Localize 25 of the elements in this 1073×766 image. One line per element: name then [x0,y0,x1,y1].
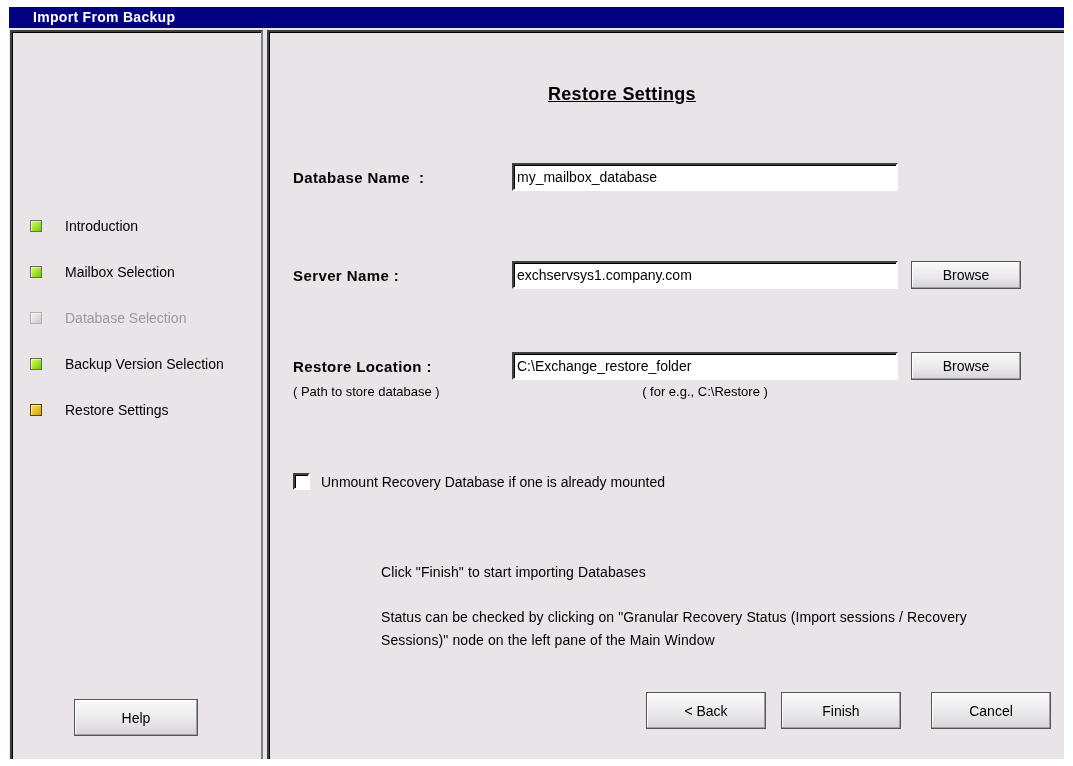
field-label: Database Name : [293,168,426,186]
step-label: Introduction [65,218,139,234]
field-label: Restore Location : [293,357,433,375]
cancel-button[interactable]: Cancel [931,692,1051,729]
section-heading: Restore Settings [548,83,696,105]
browse-button[interactable]: Browse [911,352,1021,380]
browse-button[interactable]: Browse [911,261,1021,289]
window-title: Import From Backup [9,7,1064,28]
step-label: Restore Settings [65,402,169,418]
help-button[interactable]: Help [74,699,198,736]
step-label: Database Selection [65,310,187,326]
back-button[interactable]: < Back [646,692,766,729]
instruction-text: Status can be checked by clicking on "Granular Recovery Status (Import sessions / Recovery Sessions)" node on the left pane of the Main Window [381,608,968,650]
field-label: Server Name : [293,266,401,284]
input-field[interactable]: C:\Exchange_restore_folder [512,352,898,380]
checkbox-label: Unmount Recovery Database if one is already mounted [321,473,665,490]
instruction-text: Click "Finish" to start importing Databases [381,563,647,582]
hint-text: ( Path to store database ) [293,384,441,399]
checkbox[interactable] [293,473,310,490]
example-text: ( for e.g., C:\Restore ) [641,384,769,399]
input-field[interactable]: exchservsys1.company.com [512,261,898,289]
step-label: Backup Version Selection [65,356,224,372]
input-field[interactable]: my_mailbox_database [512,163,898,191]
finish-button[interactable]: Finish [781,692,901,729]
step-label: Mailbox Selection [65,264,175,280]
